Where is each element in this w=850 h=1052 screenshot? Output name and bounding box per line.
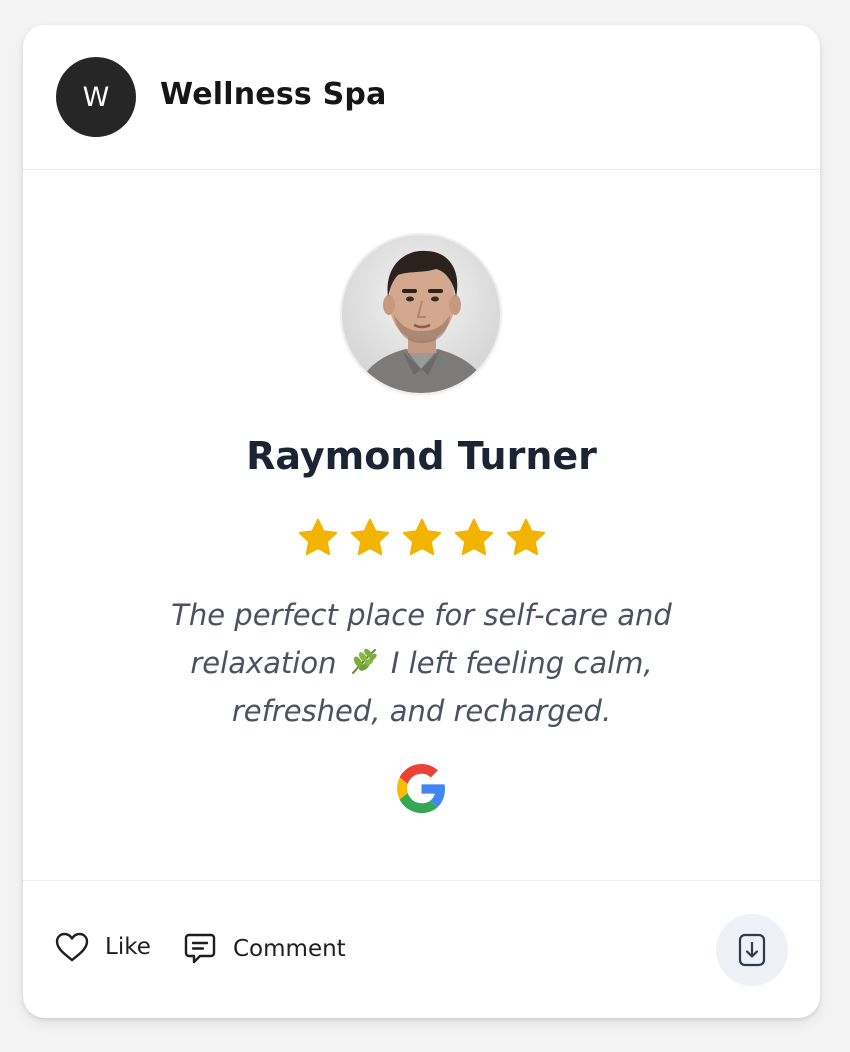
- star-icon: [506, 518, 545, 556]
- like-button[interactable]: Like: [55, 932, 151, 962]
- review-text-line-2: relaxation I left feeling calm,: [133, 639, 710, 687]
- business-name[interactable]: Wellness Spa: [160, 77, 387, 112]
- review-text-line: refreshed, and recharged.: [231, 694, 612, 728]
- herb-leaf-icon: [351, 648, 377, 674]
- star-icon: [298, 518, 337, 556]
- review-text-line: The perfect place for self-care and: [171, 598, 672, 632]
- card-footer: Like Comment: [23, 880, 820, 1018]
- comment-button[interactable]: Comment: [183, 932, 346, 966]
- reviewer-avatar: [342, 235, 500, 393]
- reviewer-name: Raymond Turner: [246, 434, 597, 478]
- star-icon: [454, 518, 493, 556]
- star-icon: [402, 518, 441, 556]
- google-icon: [397, 764, 445, 813]
- card-header: W Wellness Spa: [23, 25, 820, 170]
- business-avatar[interactable]: W: [56, 57, 136, 137]
- review-text: The perfect place for self-care and rela…: [133, 591, 710, 735]
- like-label: Like: [105, 934, 151, 960]
- reviewer-photo-image: [342, 235, 500, 393]
- heart-icon: [55, 932, 89, 962]
- save-button[interactable]: [716, 914, 788, 986]
- review-card: W Wellness Spa Raymond Turner The perfec…: [23, 25, 820, 1018]
- comment-label: Comment: [233, 936, 346, 962]
- download-icon: [738, 933, 766, 967]
- review-body: Raymond Turner The perfect place for sel…: [23, 171, 820, 880]
- comment-icon: [184, 933, 216, 964]
- star-rating: [23, 517, 820, 559]
- review-text-fragment: relaxation: [190, 646, 337, 680]
- star-icon: [350, 518, 389, 556]
- review-text-fragment: I left feeling calm,: [390, 646, 653, 680]
